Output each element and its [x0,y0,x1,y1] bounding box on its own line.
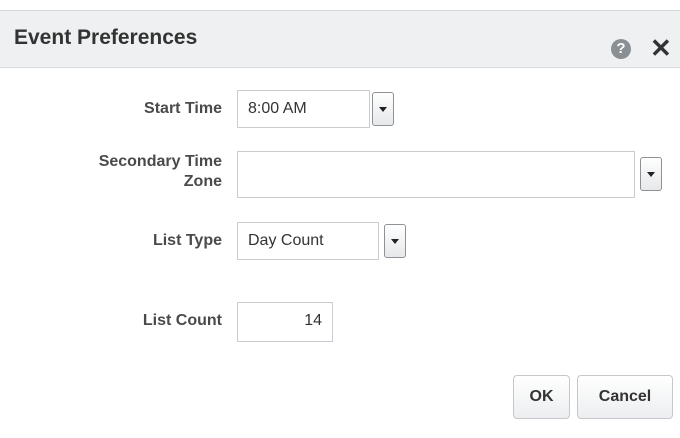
secondary-time-zone-label: Secondary Time Zone [99,152,222,192]
start-time-select[interactable]: 8:00 AM [237,90,370,128]
secondary-time-zone-select[interactable] [237,151,635,198]
start-time-value: 8:00 AM [248,100,307,117]
list-count-input[interactable]: 14 [237,302,333,342]
chevron-down-icon [391,239,399,244]
list-type-value: Day Count [248,232,324,249]
help-icon[interactable]: ? [611,39,631,59]
list-count-label: List Count [142,312,222,329]
chevron-down-icon [647,172,655,177]
start-time-dropdown-button[interactable] [372,92,394,126]
cancel-button[interactable]: Cancel [577,375,673,419]
secondary-time-zone-label-line1: Secondary Time [98,153,222,170]
list-count-value: 14 [304,312,322,329]
chevron-down-icon [379,107,387,112]
list-type-label: List Type [152,232,222,249]
list-type-dropdown-button[interactable] [384,224,406,258]
event-preferences-dialog: Event Preferences ? ✕ Start Time 8:00 AM… [0,0,680,438]
dialog-title: Event Preferences [14,26,198,49]
close-icon[interactable]: ✕ [650,33,672,63]
secondary-time-zone-dropdown-button[interactable] [640,157,662,191]
ok-button[interactable]: OK [513,375,570,419]
list-type-select[interactable]: Day Count [237,222,379,260]
dialog-header: Event Preferences ? ✕ [0,10,680,68]
secondary-time-zone-label-line2: Zone [183,173,222,190]
start-time-label: Start Time [144,100,222,117]
